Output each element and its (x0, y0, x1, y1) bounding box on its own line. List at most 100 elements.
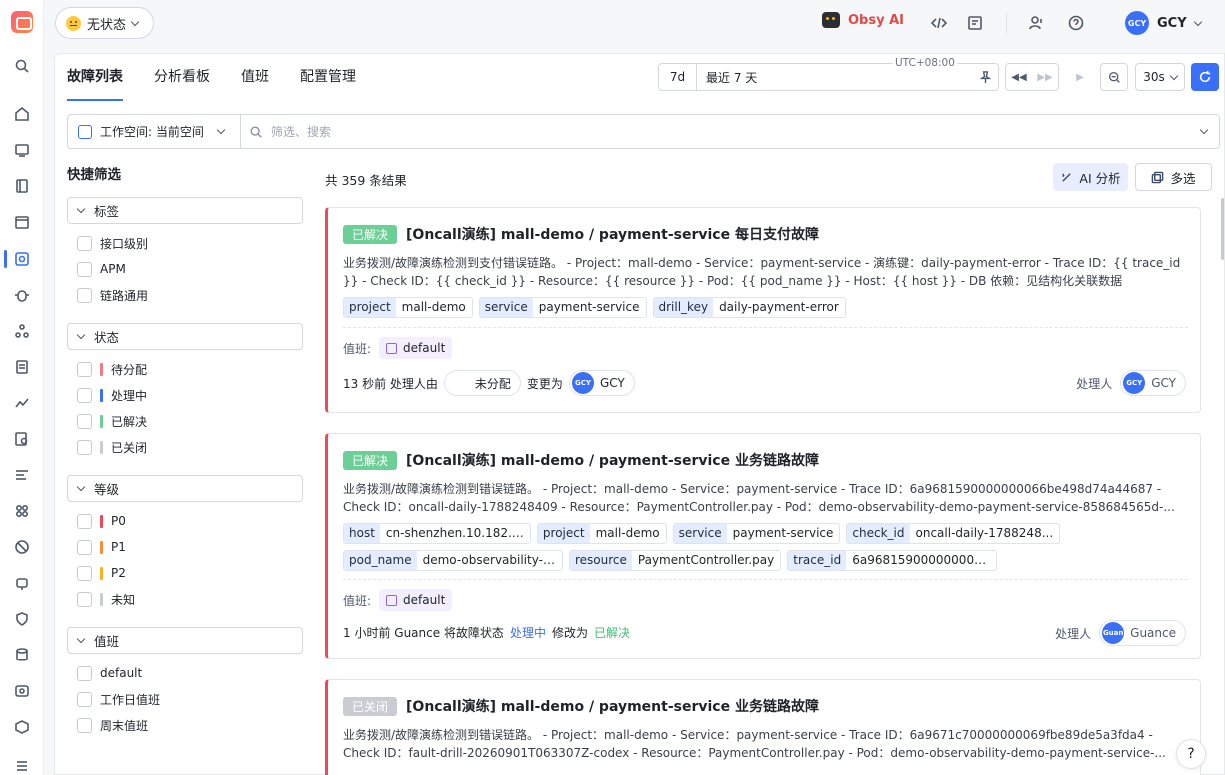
time-range[interactable]: 7d (659, 64, 697, 90)
forward-icon[interactable]: ▶▶ (1032, 64, 1058, 90)
workspace-select[interactable]: 工作空间: 当前空间 (68, 115, 241, 148)
filter-option[interactable]: 处理中 (77, 386, 147, 404)
tag[interactable]: project mall-demo (536, 523, 667, 544)
security-icon[interactable] (13, 610, 31, 628)
device-icon[interactable] (13, 574, 31, 592)
menu-icon[interactable] (13, 757, 31, 775)
integration-icon[interactable] (13, 682, 31, 700)
dashboard-icon[interactable] (13, 141, 31, 159)
incident-card[interactable]: 已解决 [Oncall演练] mall-demo / payment-servi… (325, 207, 1201, 413)
checkbox[interactable] (77, 513, 92, 529)
filter-group-oncall[interactable]: 值班 (67, 627, 303, 654)
metrics-icon[interactable] (13, 394, 31, 412)
zoom-out-icon[interactable] (1101, 64, 1127, 90)
filter-option[interactable]: 周末值班 (77, 716, 148, 734)
refresh-button[interactable] (1191, 63, 1219, 91)
filter-option[interactable]: 待分配 (77, 360, 147, 378)
multi-select-button[interactable]: 多选 (1135, 163, 1212, 191)
help-icon[interactable] (1067, 14, 1085, 32)
oncall-chip[interactable]: default (379, 337, 453, 359)
tab-analysis-board[interactable]: 分析看板 (154, 54, 210, 101)
checkbox[interactable] (77, 439, 92, 455)
filter-option[interactable]: P2 (77, 564, 126, 582)
notebook-icon[interactable] (13, 177, 31, 195)
add-user-icon[interactable] (1027, 14, 1045, 32)
filter-option[interactable]: P1 (77, 538, 126, 556)
topology-icon[interactable] (13, 322, 31, 340)
tag[interactable]: pod_name demo-observability-d... (343, 550, 563, 571)
database-icon[interactable] (13, 646, 31, 664)
checkbox[interactable] (77, 565, 92, 581)
tag[interactable]: service payment-service (672, 523, 841, 544)
checkbox[interactable] (77, 361, 92, 377)
tag[interactable]: host cn-shenzhen.10.182.1... (343, 523, 531, 544)
assignee-chip[interactable]: Guan Guance (1099, 620, 1186, 646)
status-selector[interactable]: 无状态 (55, 7, 154, 39)
code-icon[interactable] (930, 14, 948, 32)
calendar-icon[interactable] (13, 213, 31, 231)
checkbox[interactable] (77, 539, 92, 555)
monitor-icon[interactable] (13, 538, 31, 556)
time-label[interactable]: 最近 7 天 (697, 69, 972, 86)
filter-option[interactable]: 链路通用 (77, 286, 148, 304)
obsy-ai-button[interactable]: Obsy AI (822, 12, 904, 28)
tag[interactable]: service payment-service (478, 297, 647, 318)
scrollbar[interactable] (1221, 198, 1224, 260)
tag[interactable]: check_id oncall-daily-1788248... (846, 523, 1061, 544)
checkbox[interactable] (77, 387, 92, 403)
tag[interactable]: trace_id 6a968159000000006... (787, 550, 998, 571)
chevron-down-icon[interactable] (1199, 125, 1209, 135)
tag[interactable]: resource PaymentController.pay (569, 550, 782, 571)
filter-option[interactable]: 已解决 (77, 412, 147, 430)
report-icon[interactable] (966, 14, 984, 32)
refresh-interval-select[interactable]: 30s (1135, 63, 1185, 91)
user-menu[interactable]: GCY GCY (1125, 11, 1202, 35)
filter-option[interactable]: APM (77, 260, 126, 278)
search-input[interactable]: 筛选、搜索 (241, 123, 1201, 140)
app-logo[interactable] (11, 11, 33, 33)
checkbox[interactable] (77, 261, 92, 277)
checkbox[interactable] (77, 591, 92, 607)
log-search-icon[interactable] (13, 430, 31, 448)
checkbox[interactable] (77, 665, 92, 681)
oncall-chip[interactable]: default (379, 589, 453, 611)
incident-title[interactable]: [Oncall演练] mall-demo / payment-service 业… (406, 696, 819, 716)
incident-card[interactable]: 已关闭 [Oncall演练] mall-demo / payment-servi… (325, 679, 1201, 775)
tab-incident-list[interactable]: 故障列表 (67, 54, 123, 101)
ai-analysis-button[interactable]: AI 分析 (1053, 163, 1128, 191)
search-icon[interactable] (13, 57, 31, 75)
filter-option[interactable]: default (77, 664, 142, 682)
filter-option[interactable]: 接口级别 (77, 234, 148, 252)
help-button[interactable]: ? (1176, 739, 1206, 769)
apps-icon[interactable] (13, 502, 31, 520)
rewind-icon[interactable]: ◀◀ (1006, 64, 1032, 90)
tab-config[interactable]: 配置管理 (300, 54, 356, 101)
document-icon[interactable] (13, 358, 31, 376)
tag[interactable]: project mall-demo (343, 297, 473, 318)
pin-icon[interactable] (972, 70, 998, 84)
filter-option[interactable]: P0 (77, 512, 126, 530)
filter-option[interactable]: 已关闭 (77, 438, 147, 456)
bug-icon[interactable] (13, 286, 31, 304)
checkbox[interactable] (77, 235, 92, 251)
incident-icon[interactable] (13, 250, 31, 268)
filter-group-tags[interactable]: 标签 (67, 197, 303, 224)
play-icon[interactable]: ▶ (1067, 64, 1093, 90)
filter-group-level[interactable]: 等级 (67, 475, 303, 502)
assignee-chip[interactable]: GCY GCY (1120, 370, 1186, 396)
checkbox[interactable] (77, 717, 92, 733)
pipeline-icon[interactable] (13, 466, 31, 484)
checkbox[interactable] (77, 287, 92, 303)
incident-title[interactable]: [Oncall演练] mall-demo / payment-service 每… (406, 224, 819, 244)
incident-title[interactable]: [Oncall演练] mall-demo / payment-service 业… (406, 450, 819, 470)
home-icon[interactable] (13, 105, 31, 123)
filter-group-status[interactable]: 状态 (67, 323, 303, 350)
filter-option[interactable]: 未知 (77, 590, 135, 608)
tab-oncall[interactable]: 值班 (241, 54, 269, 101)
checkbox[interactable] (77, 413, 92, 429)
tag[interactable]: drill_key daily-payment-error (652, 297, 846, 318)
filter-option[interactable]: 工作日值班 (77, 690, 160, 708)
incident-card[interactable]: 已解决 [Oncall演练] mall-demo / payment-servi… (325, 433, 1201, 659)
checkbox[interactable] (77, 691, 92, 707)
package-icon[interactable] (13, 718, 31, 736)
